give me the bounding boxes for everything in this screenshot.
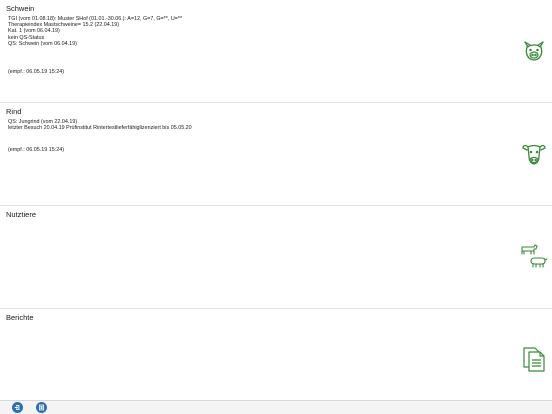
bottom-toolbar (0, 400, 552, 414)
logout-icon[interactable] (12, 402, 23, 413)
info-lines: QS: Jungrind (vom 22.04.19) letzter Besu… (8, 119, 192, 131)
section-schwein[interactable]: Schwein TGI (vom 01.08.18): Muster SHof … (0, 0, 552, 103)
livestock-icon[interactable] (520, 242, 548, 270)
section-title: Schwein (6, 4, 35, 13)
section-title: Berichte (6, 313, 34, 322)
documents-icon[interactable] (520, 345, 548, 373)
cow-icon[interactable] (520, 139, 548, 167)
received-timestamp: (empf.: 06.05.19 15:24) (8, 147, 65, 153)
section-title: Nutztiere (6, 210, 37, 219)
section-nutztiere[interactable]: Nutztiere (0, 206, 552, 309)
received-timestamp: (empf.: 06.05.19 15:24) (8, 69, 65, 75)
section-title: Rind (6, 107, 22, 116)
pig-icon[interactable] (520, 36, 548, 64)
info-line: QS: Schwein (vom 06.04.19) (8, 40, 77, 47)
list-icon[interactable] (36, 402, 47, 413)
section-berichte[interactable]: Berichte (0, 309, 552, 400)
info-line: letzter Besuch 20.04.19 Prüfinstitut Rin… (8, 125, 192, 132)
section-rind[interactable]: Rind QS: Jungrind (vom 22.04.19) letzter… (0, 103, 552, 206)
info-lines: TGI (vom 01.08.18): Muster SHof (01.01.-… (8, 16, 182, 47)
